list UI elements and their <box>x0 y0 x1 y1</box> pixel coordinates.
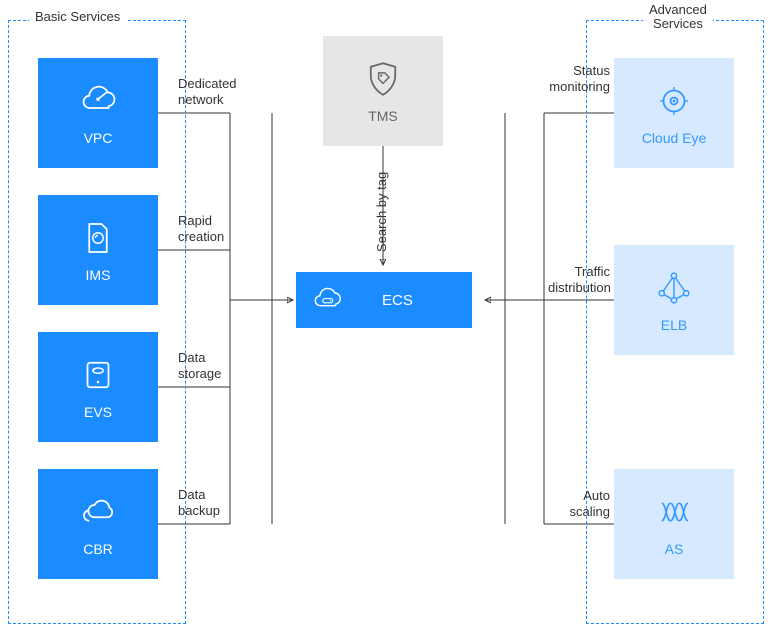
cbr-card: CBR <box>38 469 158 579</box>
cloudeye-edge-label: Statusmonitoring <box>548 63 610 96</box>
vpc-label: VPC <box>84 130 113 146</box>
basic-services-title: Basic Services <box>29 9 126 24</box>
image-file-icon <box>77 217 119 259</box>
cbr-label: CBR <box>83 541 113 557</box>
evs-card: EVS <box>38 332 158 442</box>
elb-edge-label: Trafficdistribution <box>548 264 610 297</box>
tms-card: TMS <box>323 36 443 146</box>
cloud-server-icon <box>310 283 344 317</box>
cloudeye-card: Cloud Eye <box>614 58 734 168</box>
cloudeye-label: Cloud Eye <box>642 130 707 146</box>
evs-label: EVS <box>84 404 112 420</box>
tms-edge-label: Search by tag <box>374 172 389 252</box>
tms-label: TMS <box>368 108 398 124</box>
load-balancer-icon <box>653 267 695 309</box>
elb-card: ELB <box>614 245 734 355</box>
as-label: AS <box>665 541 684 557</box>
as-edge-label: Autoscaling <box>548 488 610 521</box>
disk-icon <box>77 354 119 396</box>
ims-card: IMS <box>38 195 158 305</box>
ims-edge-label: Rapidcreation <box>178 213 224 246</box>
diagram-canvas: Basic Services AdvancedServices VPC Dedi… <box>0 0 772 634</box>
vpc-card: VPC <box>38 58 158 168</box>
ims-label: IMS <box>86 267 111 283</box>
elb-label: ELB <box>661 317 687 333</box>
vpc-edge-label: Dedicatednetwork <box>178 76 237 109</box>
eye-icon <box>653 80 695 122</box>
cbr-edge-label: Databackup <box>178 487 220 520</box>
cloud-backup-icon <box>77 491 119 533</box>
cloud-network-icon <box>77 80 119 122</box>
ecs-node: ECS <box>296 272 472 328</box>
tag-shield-icon <box>362 58 404 100</box>
evs-edge-label: Datastorage <box>178 350 221 383</box>
ecs-label: ECS <box>382 292 413 309</box>
advanced-services-title: AdvancedServices <box>643 3 713 32</box>
as-card: AS <box>614 469 734 579</box>
autoscaling-icon <box>653 491 695 533</box>
